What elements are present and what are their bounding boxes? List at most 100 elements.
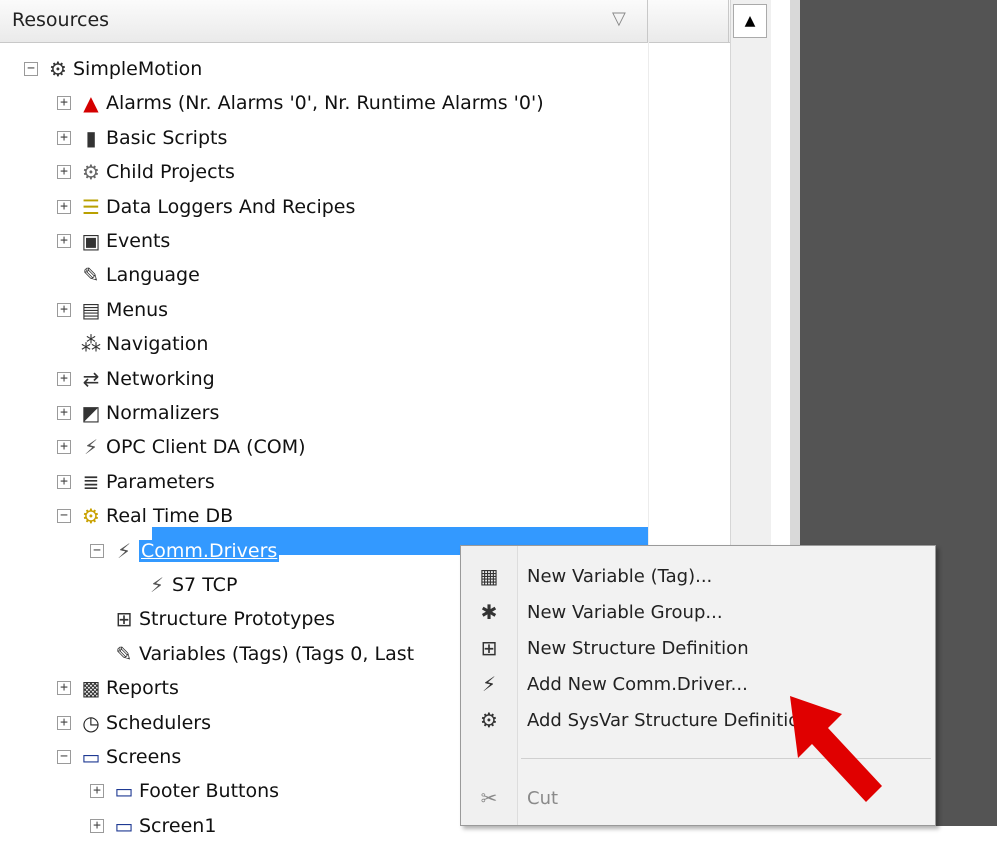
parameters-icon: ≣	[82, 469, 100, 494]
collapse-icon[interactable]: −	[57, 750, 71, 764]
header-title: Resources	[12, 9, 110, 31]
structure-icon: ⊞	[115, 607, 133, 632]
plug-icon: ⚡	[149, 573, 165, 597]
tree-item-label: Navigation	[106, 333, 209, 356]
context-menu-item-label: Cut	[527, 787, 559, 809]
tree-item-label: Reports	[106, 677, 179, 700]
menus-icon: ▤	[81, 297, 101, 322]
tree-item-label: Child Projects	[106, 161, 235, 184]
resources-column-header[interactable]: Resources ▽	[0, 0, 648, 42]
context-menu-item-label: New Variable Group...	[527, 601, 723, 623]
tree-item[interactable]: + ⚙ Child Projects	[57, 155, 235, 189]
expand-icon[interactable]: +	[90, 784, 104, 799]
context-menu-item-label: New Variable (Tag)...	[527, 565, 713, 587]
networking-icon: ⇄	[82, 366, 100, 391]
tree-item[interactable]: + ▭ Footer Buttons	[90, 774, 279, 808]
cut-icon: ✂	[480, 786, 498, 810]
language-icon: ✎	[82, 263, 100, 288]
structure-definition-icon: ⊞	[480, 636, 498, 660]
tree-item-label: Screens	[106, 746, 182, 768]
tree-item-label: Structure Prototypes	[139, 608, 335, 631]
collapse-icon[interactable]: −	[24, 62, 38, 76]
add-comm-driver-icon: ⚡	[481, 672, 497, 696]
tree-item[interactable]: + ☰ Data Loggers And Recipes	[57, 190, 355, 224]
tree-item-label: Alarms (Nr. Alarms '0', Nr. Runtime Alar…	[106, 92, 544, 115]
expand-icon[interactable]: +	[57, 165, 71, 180]
tree-item-label: Basic Scripts	[106, 126, 228, 149]
tree-item-label: Footer Buttons	[139, 780, 280, 803]
tree-item-label: Events	[106, 230, 171, 252]
tree-item[interactable]: − ⚡ Comm.Drivers	[90, 534, 280, 568]
child-projects-icon: ⚙	[82, 160, 100, 185]
expand-icon[interactable]: +	[57, 234, 71, 248]
context-menu-item-label: Add SysVar Structure Definition	[527, 709, 811, 731]
tree-item-label: Parameters	[106, 470, 215, 493]
context-menu-item-label: Add New Comm.Driver...	[527, 673, 748, 695]
tree-item-label: Menus	[106, 298, 169, 321]
tree-item[interactable]: ✎ Language	[57, 258, 200, 292]
context-menu-item-label: New Structure Definition	[527, 637, 749, 659]
scroll-up-button[interactable]: ▲	[733, 4, 767, 38]
events-icon: ▣	[81, 229, 101, 253]
tree-item-label: Language	[106, 264, 200, 287]
tree-item[interactable]: + ⇄ Networking	[57, 362, 215, 396]
normalizers-icon: ◩	[81, 401, 101, 425]
tree-item-label: Variables (Tags) (Tags 0, Last	[139, 642, 415, 665]
tree-item-label: OPC Client DA (COM)	[106, 436, 306, 459]
second-column-header[interactable]	[649, 0, 729, 42]
scheduler-clock-icon: ◷	[82, 710, 100, 735]
opc-plug-icon: ⚡	[83, 435, 99, 460]
tree-item[interactable]: − ⚙ SimpleMotion	[24, 52, 202, 86]
expand-icon[interactable]: +	[57, 406, 71, 420]
expand-icon[interactable]: +	[57, 440, 71, 455]
realtime-db-gear-icon: ⚙	[82, 504, 100, 529]
tree-item[interactable]: ✎ Variables (Tags) (Tags 0, Last	[90, 637, 414, 671]
tree-item[interactable]: + ▤ Menus	[57, 293, 168, 327]
context-menu-item[interactable]: ⊞ New Structure Definition	[461, 630, 935, 666]
script-icon: ▮	[85, 125, 97, 150]
tree-item-label: Schedulers	[106, 711, 212, 734]
expand-icon[interactable]: +	[57, 130, 71, 145]
tree-item-label: Real Time DB	[106, 505, 234, 528]
tree-item[interactable]: + ≣ Parameters	[57, 465, 215, 499]
database-icon: ☰	[82, 194, 100, 219]
context-menu-item[interactable]: ▦ New Variable (Tag)...	[461, 558, 935, 594]
tree-item[interactable]: ⁂ Navigation	[57, 327, 208, 361]
new-group-icon: ✱	[480, 600, 498, 624]
collapse-icon[interactable]: −	[90, 543, 104, 558]
tree-item[interactable]: − ▭ Screens	[57, 740, 181, 774]
tree-item-label: Comm.Drivers	[139, 539, 280, 562]
sysvar-icon: ⚙	[480, 708, 498, 732]
variables-icon: ✎	[115, 641, 133, 666]
new-variable-icon: ▦	[479, 564, 499, 588]
monitor-icon: ▭	[114, 779, 134, 804]
tree-item[interactable]: + ◩ Normalizers	[57, 396, 219, 430]
tree-item[interactable]: + ▮ Basic Scripts	[57, 121, 227, 155]
expand-icon[interactable]: +	[57, 474, 71, 489]
tree-item-label: Data Loggers And Recipes	[106, 195, 356, 218]
expand-icon[interactable]: +	[57, 371, 71, 386]
tree-item[interactable]: + ◷ Schedulers	[57, 706, 211, 740]
tree-item[interactable]: + ⚡ OPC Client DA (COM)	[57, 430, 306, 464]
tree-item[interactable]: + ▩ Reports	[57, 671, 179, 705]
expand-icon[interactable]: +	[57, 681, 71, 696]
screens-monitor-icon: ▭	[81, 745, 101, 769]
context-menu-item[interactable]: ✱ New Variable Group...	[461, 594, 935, 630]
tree-item[interactable]: ⊞ Structure Prototypes	[90, 602, 335, 636]
tree-item[interactable]: ⚡ S7 TCP	[123, 568, 237, 602]
reports-icon: ▩	[81, 676, 101, 701]
collapse-icon[interactable]: −	[57, 509, 71, 524]
expand-icon[interactable]: +	[57, 96, 71, 111]
tree-item[interactable]: − ⚙ Real Time DB	[57, 499, 233, 533]
tree-item-label: S7 TCP	[172, 574, 238, 596]
expand-icon[interactable]: +	[57, 302, 71, 317]
tree-item-label: SimpleMotion	[73, 58, 203, 80]
tree-header: Resources ▽	[0, 0, 760, 43]
tree-item[interactable]: + ▲ Alarms (Nr. Alarms '0', Nr. Runtime Al…	[57, 86, 544, 120]
alarm-bell-icon: ▲	[83, 91, 99, 116]
expand-icon[interactable]: +	[57, 715, 71, 730]
tree-item[interactable]: + ▣ Events	[57, 224, 170, 258]
expand-icon[interactable]: +	[57, 199, 71, 214]
tree-item-label: Networking	[106, 367, 215, 390]
filter-icon[interactable]: ▽	[612, 8, 626, 29]
